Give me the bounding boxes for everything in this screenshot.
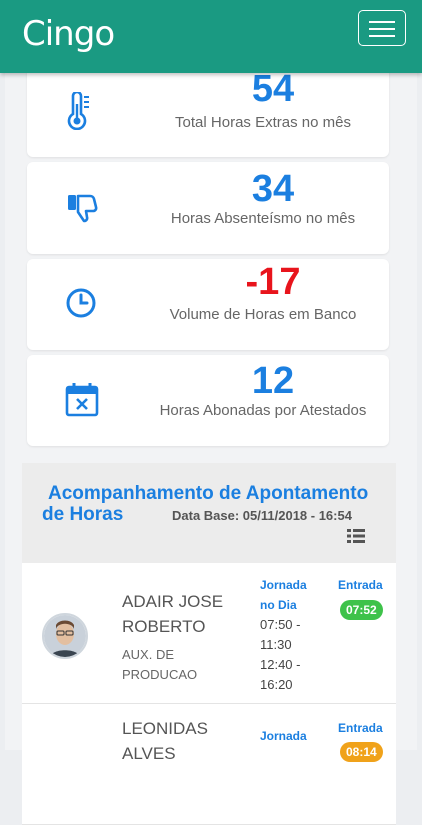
app-logo[interactable]: Cingo <box>22 14 115 54</box>
top-navbar: Cingo <box>0 0 422 73</box>
data-base-label: Data Base: 05/11/2018 - 16:54 <box>172 508 352 523</box>
jornada-time: 12:40 - <box>260 657 301 672</box>
stat-label: Horas Abonadas por Atestados <box>159 402 367 419</box>
employee-row[interactable]: ADAIR JOSE ROBERTO AUX. DE PRODUCAO Jorn… <box>22 563 396 704</box>
calendar-x-icon <box>65 382 99 423</box>
entrada-label: Entrada <box>338 578 383 592</box>
stat-value: 54 <box>251 68 295 110</box>
employee-name: LEONIDAS ALVES <box>122 719 208 763</box>
employee-row[interactable]: LEONIDAS ALVES Jornada Entrada 08:14 <box>22 704 396 825</box>
stat-label: Horas Absenteísmo no mês <box>170 210 356 227</box>
stat-card-horas-extras[interactable]: 54 Total Horas Extras no mês <box>27 62 389 157</box>
thumbs-down-icon <box>65 192 99 231</box>
stat-value: -17 <box>245 261 301 303</box>
list-view-icon[interactable] <box>347 529 365 548</box>
jornada-time: 11:30 <box>260 637 292 652</box>
entrada-label: Entrada <box>338 721 383 735</box>
entrada-badge: 07:52 <box>340 600 383 620</box>
employee-name: ADAIR JOSE ROBERTO <box>122 592 224 636</box>
thermometer-icon <box>65 90 93 135</box>
stat-value: 34 <box>251 168 295 210</box>
jornada-label: Jornada <box>260 729 307 743</box>
apontamento-panel-header: Acompanhamento de Apontamento de Horas D… <box>22 463 396 563</box>
avatar <box>42 613 88 659</box>
stat-card-absenteismo[interactable]: 34 Horas Absenteísmo no mês <box>27 162 389 254</box>
employee-role: AUX. DE PRODUCAO <box>122 647 198 682</box>
stat-value: 12 <box>251 360 295 402</box>
stat-card-abonadas[interactable]: 12 Horas Abonadas por Atestados <box>27 355 389 446</box>
jornada-time: 16:20 <box>260 677 293 692</box>
stat-card-banco-horas[interactable]: -17 Volume de Horas em Banco <box>27 259 389 350</box>
jornada-time: 07:50 - <box>260 617 301 632</box>
entrada-badge: 08:14 <box>340 742 383 762</box>
stat-label: Volume de Horas em Banco <box>169 306 357 323</box>
jornada-label: Jornada no Dia <box>260 578 307 612</box>
clock-icon <box>65 287 97 324</box>
stat-label: Total Horas Extras no mês <box>175 114 351 131</box>
hamburger-menu-icon[interactable] <box>358 10 406 46</box>
